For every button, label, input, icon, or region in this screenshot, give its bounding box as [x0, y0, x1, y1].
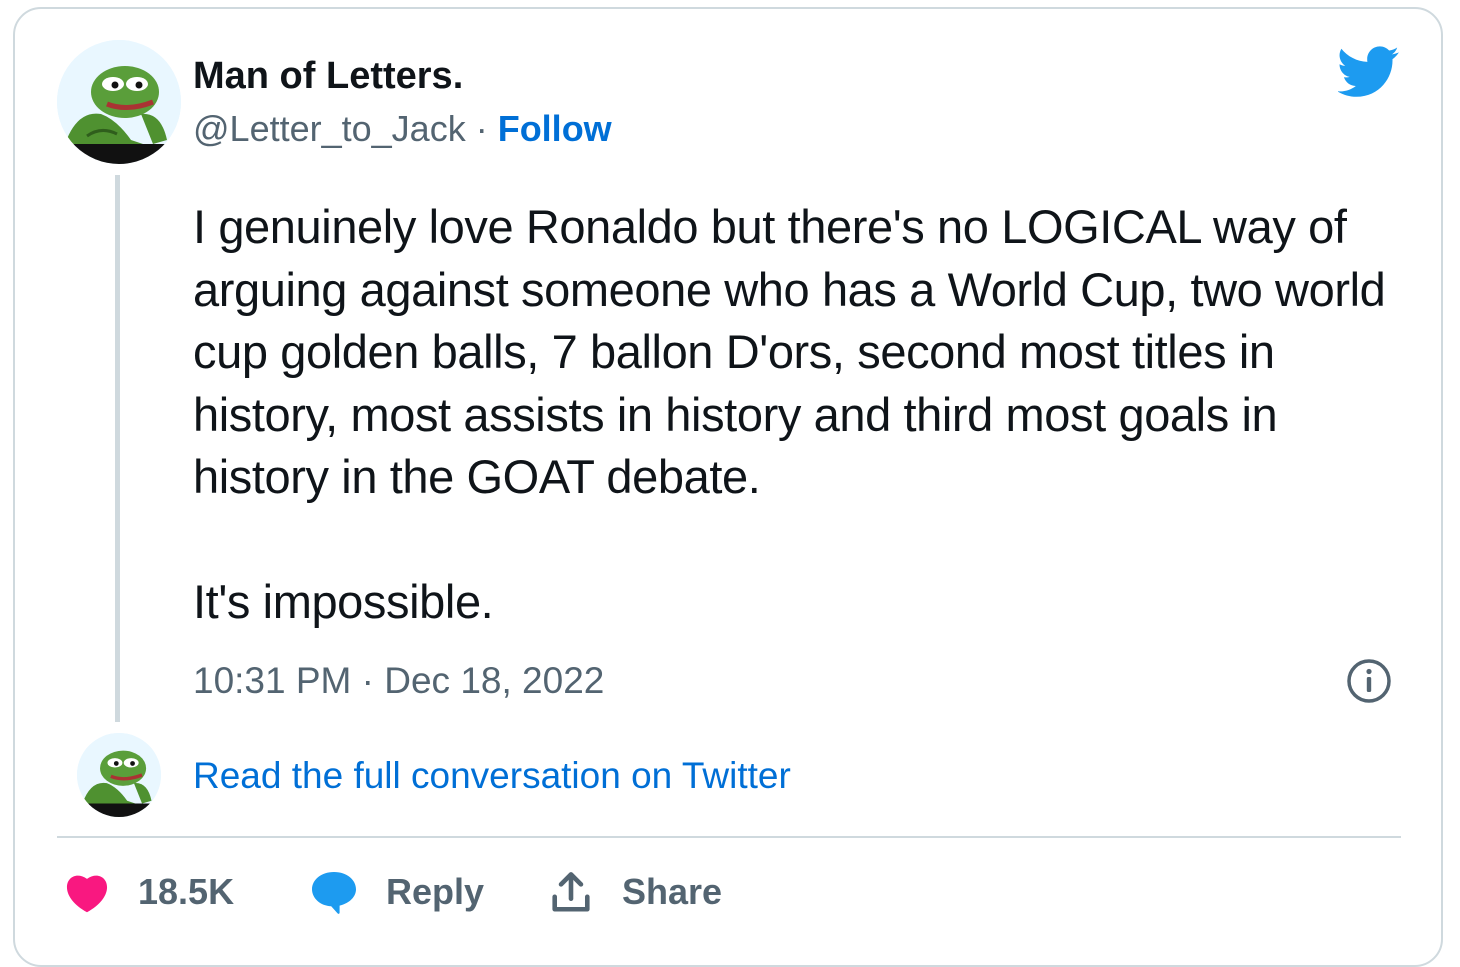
- reply-label: Reply: [386, 871, 485, 912]
- author-handle[interactable]: @Letter_to_Jack: [193, 108, 466, 149]
- divider: [57, 836, 1401, 838]
- heart-icon: [66, 875, 108, 913]
- info-icon[interactable]: [1345, 657, 1393, 705]
- pepe-frog-avatar-icon: [57, 40, 181, 164]
- twitter-bird-icon[interactable]: [1338, 46, 1400, 98]
- handle-separator: ·: [465, 108, 498, 149]
- author-display-name[interactable]: Man of Letters.: [193, 55, 463, 98]
- tweet-paragraph: It's impossible.: [193, 574, 494, 628]
- thread-connector-line: [115, 175, 120, 722]
- share-upload-icon: [552, 872, 590, 912]
- share-button[interactable]: Share: [548, 866, 722, 918]
- author-avatar[interactable]: [57, 40, 181, 164]
- reply-avatar[interactable]: [77, 733, 161, 817]
- tweet-body: I genuinely love Ronaldo but there's no …: [193, 196, 1413, 633]
- share-label: Share: [622, 871, 723, 912]
- tweet-timestamp[interactable]: 10:31 PM · Dec 18, 2022: [193, 660, 604, 702]
- reply-button[interactable]: Reply: [310, 866, 484, 918]
- like-button[interactable]: 18.5K: [64, 866, 234, 918]
- pepe-frog-avatar-icon: [77, 733, 161, 817]
- speech-bubble-icon: [312, 872, 356, 914]
- follow-button[interactable]: Follow: [498, 108, 612, 149]
- read-full-conversation-link[interactable]: Read the full conversation on Twitter: [193, 755, 791, 797]
- like-count: 18.5K: [138, 871, 235, 912]
- author-handle-line: @Letter_to_Jack · Follow: [193, 108, 612, 150]
- tweet-paragraph: I genuinely love Ronaldo but there's no …: [193, 200, 1386, 503]
